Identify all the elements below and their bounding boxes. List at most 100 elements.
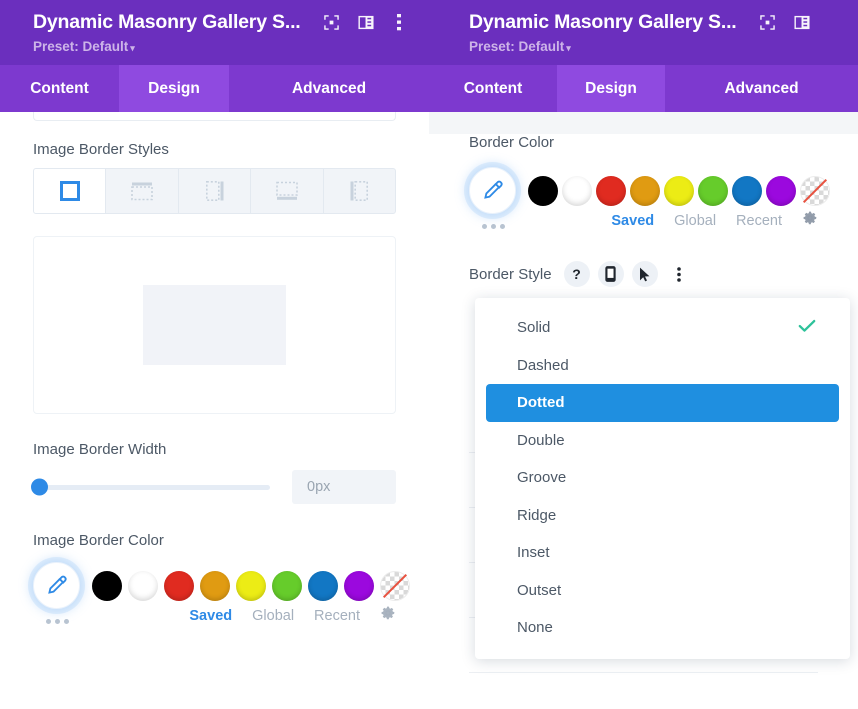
preset-label: Preset: Default bbox=[469, 39, 565, 54]
dropdown-option-label: Outset bbox=[517, 581, 562, 599]
palette-tab-links: Saved Global Recent bbox=[611, 210, 818, 231]
preset-selector[interactable]: Preset: Default ▾ bbox=[33, 39, 417, 54]
dropdown-option-dotted[interactable]: Dotted bbox=[486, 384, 839, 422]
border-style-top-icon[interactable] bbox=[105, 168, 179, 214]
dropdown-option-solid[interactable]: Solid bbox=[486, 309, 839, 347]
preset-label: Preset: Default bbox=[33, 39, 129, 54]
focus-icon[interactable] bbox=[315, 9, 349, 35]
page-title: Dynamic Masonry Gallery S... bbox=[469, 10, 737, 33]
border-width-slider[interactable] bbox=[31, 478, 270, 496]
palette-tab-global[interactable]: Global bbox=[674, 213, 716, 229]
dropdown-option-label: Dashed bbox=[517, 356, 569, 374]
eyedropper-icon[interactable] bbox=[469, 167, 516, 214]
palette-tab-recent[interactable]: Recent bbox=[736, 213, 782, 229]
palette-tab-saved[interactable]: Saved bbox=[189, 608, 232, 624]
partial-field-above bbox=[33, 112, 396, 121]
more-vertical-icon[interactable] bbox=[666, 261, 692, 287]
tab-content[interactable]: Content bbox=[429, 65, 557, 112]
dropdown-option-groove[interactable]: Groove bbox=[486, 459, 839, 497]
dropdown-option-double[interactable]: Double bbox=[486, 422, 839, 460]
image-border-styles-label: Image Border Styles bbox=[33, 141, 169, 158]
palette-tab-saved[interactable]: Saved bbox=[611, 213, 654, 229]
border-width-input[interactable] bbox=[292, 470, 396, 504]
dropdown-option-outset[interactable]: Outset bbox=[486, 572, 839, 610]
swatch-purple[interactable] bbox=[344, 570, 374, 601]
palette-tab-links: Saved Global Recent bbox=[189, 605, 396, 626]
preset-selector[interactable]: Preset: Default ▾ bbox=[469, 39, 846, 54]
tab-advanced[interactable]: Advanced bbox=[229, 65, 429, 112]
dropdown-option-dashed[interactable]: Dashed bbox=[486, 347, 839, 385]
border-color-label: Border Color bbox=[469, 134, 555, 151]
swatch-red[interactable] bbox=[164, 570, 194, 601]
border-style-all-icon[interactable] bbox=[33, 168, 107, 214]
swatch-purple[interactable] bbox=[766, 175, 796, 206]
app-window: Dynamic Masonry Gallery S... Preset: Def… bbox=[0, 0, 858, 709]
slider-handle[interactable] bbox=[31, 478, 48, 496]
dropdown-option-none[interactable]: None bbox=[486, 609, 839, 647]
palette-tab-global[interactable]: Global bbox=[252, 608, 294, 624]
right-panel-tabs: Content Design Advanced bbox=[429, 65, 858, 112]
layout-panel-icon[interactable] bbox=[349, 9, 383, 35]
gear-icon[interactable] bbox=[802, 210, 818, 231]
swatch-transparent[interactable] bbox=[800, 175, 830, 206]
border-style-row: Border Style ? bbox=[469, 261, 818, 287]
image-border-color-label: Image Border Color bbox=[33, 532, 164, 549]
help-icon[interactable]: ? bbox=[563, 261, 590, 287]
right-panel-header: Dynamic Masonry Gallery S... Preset: Def… bbox=[429, 0, 858, 65]
border-style-label: Border Style bbox=[469, 265, 552, 283]
image-border-width-label: Image Border Width bbox=[33, 441, 167, 458]
swatch-transparent[interactable] bbox=[380, 570, 410, 601]
border-preview-box bbox=[33, 236, 396, 414]
dropdown-option-inset[interactable]: Inset bbox=[486, 534, 839, 572]
dropdown-option-label: Ridge bbox=[517, 506, 557, 524]
tab-design[interactable]: Design bbox=[119, 65, 229, 112]
layout-panel-icon[interactable] bbox=[785, 9, 819, 35]
page-title: Dynamic Masonry Gallery S... bbox=[33, 10, 301, 33]
border-style-right-icon[interactable] bbox=[177, 168, 252, 214]
gear-icon[interactable] bbox=[380, 605, 396, 626]
cursor-pointer-icon[interactable] bbox=[631, 261, 658, 287]
swatch-yellow[interactable] bbox=[664, 175, 694, 206]
left-panel-body: Image Border Styles Image Border Width 0… bbox=[0, 112, 429, 709]
swatch-yellow[interactable] bbox=[236, 570, 266, 601]
swatch-green[interactable] bbox=[698, 175, 728, 206]
color-swatch-list bbox=[92, 570, 410, 601]
left-panel-tabs: Content Design Advanced bbox=[0, 65, 429, 112]
image-border-color-palette: Saved Global Recent bbox=[33, 562, 410, 626]
tab-content[interactable]: Content bbox=[0, 65, 119, 112]
image-border-styles-group bbox=[33, 168, 397, 214]
swatch-green[interactable] bbox=[272, 570, 302, 601]
swatch-orange[interactable] bbox=[630, 175, 660, 206]
focus-icon[interactable] bbox=[751, 9, 785, 35]
header-icon-group bbox=[751, 9, 819, 35]
dropdown-option-label: Groove bbox=[517, 469, 567, 487]
swatch-blue[interactable] bbox=[308, 570, 338, 601]
swatch-white[interactable] bbox=[128, 570, 158, 601]
border-color-palette: Saved Global Recent bbox=[469, 167, 830, 231]
dropdown-option-ridge[interactable]: Ridge bbox=[486, 497, 839, 535]
more-vertical-icon[interactable] bbox=[383, 9, 417, 35]
left-panel-header: Dynamic Masonry Gallery S... Preset: Def… bbox=[0, 0, 429, 65]
dropdown-option-label: None bbox=[517, 619, 553, 637]
swatch-black[interactable] bbox=[528, 175, 558, 206]
chevron-down-icon: ▾ bbox=[130, 43, 135, 53]
mobile-icon[interactable] bbox=[597, 261, 624, 287]
swatch-red[interactable] bbox=[596, 175, 626, 206]
chevron-down-icon: ▾ bbox=[566, 43, 571, 53]
tab-advanced[interactable]: Advanced bbox=[665, 65, 858, 112]
header-icon-group bbox=[315, 9, 417, 35]
eyedropper-icon[interactable] bbox=[33, 562, 80, 609]
dropdown-option-label: Dotted bbox=[517, 394, 565, 412]
border-style-dropdown[interactable]: Solid Dashed Dotted Double Groove Ridge … bbox=[475, 298, 850, 659]
border-style-left-icon[interactable] bbox=[322, 168, 397, 214]
tab-design[interactable]: Design bbox=[557, 65, 665, 112]
left-settings-panel: Dynamic Masonry Gallery S... Preset: Def… bbox=[0, 0, 429, 709]
palette-tab-recent[interactable]: Recent bbox=[314, 608, 360, 624]
swatch-blue[interactable] bbox=[732, 175, 762, 206]
swatch-white[interactable] bbox=[562, 175, 592, 206]
swatch-black[interactable] bbox=[92, 570, 122, 601]
dropdown-option-label: Inset bbox=[517, 544, 550, 562]
border-style-bottom-icon[interactable] bbox=[250, 168, 324, 214]
swatch-orange[interactable] bbox=[200, 570, 230, 601]
preview-image-placeholder bbox=[143, 285, 286, 365]
